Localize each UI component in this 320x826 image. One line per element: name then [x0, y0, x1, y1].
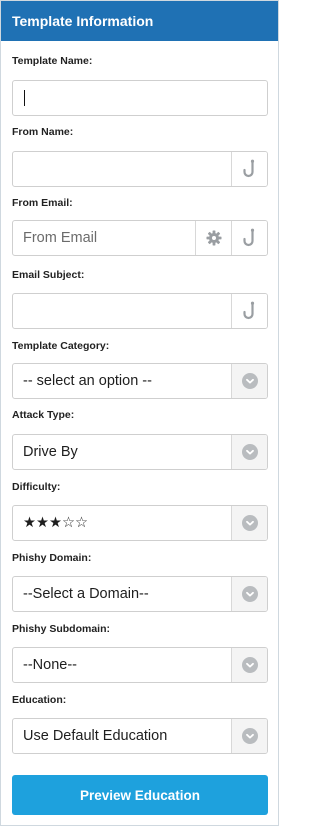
email-subject-hook-button[interactable]: [231, 294, 267, 328]
difficulty-select[interactable]: ★★★☆☆: [12, 505, 268, 541]
chevron-down-icon: [241, 728, 258, 744]
attack-type-select[interactable]: Drive By: [12, 434, 268, 470]
from-name-input[interactable]: [12, 151, 268, 187]
template-category-label: Template Category:: [12, 340, 110, 352]
phishy-subdomain-select[interactable]: --None--: [12, 647, 268, 683]
hook-icon: [242, 228, 254, 247]
email-subject-label: Email Subject:: [12, 269, 85, 281]
difficulty-dropdown-toggle[interactable]: [231, 506, 267, 540]
from-email-input[interactable]: From Email: [12, 220, 268, 256]
template-category-select[interactable]: -- select an option --: [12, 363, 268, 399]
hook-icon: [242, 301, 254, 320]
text-cursor: [24, 90, 25, 106]
chevron-down-icon: [241, 373, 258, 389]
from-email-label: From Email:: [12, 197, 73, 209]
chevron-down-icon: [241, 444, 258, 460]
template-name-label: Template Name:: [12, 55, 93, 67]
phishy-subdomain-selected[interactable]: --None--: [13, 648, 231, 682]
from-email-hook-button[interactable]: [231, 221, 267, 255]
from-name-value[interactable]: [13, 152, 231, 186]
template-name-input[interactable]: [12, 80, 268, 116]
difficulty-rating-stars[interactable]: ★★★☆☆: [13, 506, 231, 540]
phishy-subdomain-label: Phishy Subdomain:: [12, 623, 111, 635]
difficulty-label: Difficulty:: [12, 481, 61, 493]
phishy-domain-label: Phishy Domain:: [12, 552, 92, 564]
education-selected[interactable]: Use Default Education: [13, 719, 231, 753]
education-dropdown-toggle[interactable]: [231, 719, 267, 753]
email-subject-input[interactable]: [12, 293, 268, 329]
from-name-label: From Name:: [12, 126, 74, 138]
from-name-hook-button[interactable]: [231, 152, 267, 186]
chevron-down-icon: [241, 515, 258, 531]
education-label: Education:: [12, 694, 67, 706]
phishy-domain-dropdown-toggle[interactable]: [231, 577, 267, 611]
chevron-down-icon: [241, 657, 258, 673]
template-information-panel: Template Information Template Name: From…: [0, 0, 279, 826]
phishy-domain-selected[interactable]: --Select a Domain--: [13, 577, 231, 611]
chevron-down-icon: [241, 586, 258, 602]
attack-type-selected[interactable]: Drive By: [13, 435, 231, 469]
attack-type-label: Attack Type:: [12, 409, 75, 421]
template-category-selected[interactable]: -- select an option --: [13, 364, 231, 398]
template-name-value[interactable]: [13, 81, 267, 115]
attack-type-dropdown-toggle[interactable]: [231, 435, 267, 469]
email-subject-value[interactable]: [13, 294, 231, 328]
phishy-subdomain-dropdown-toggle[interactable]: [231, 648, 267, 682]
panel-title: Template Information: [1, 1, 278, 41]
hook-icon: [242, 159, 254, 178]
gear-icon: [206, 230, 221, 246]
phishy-domain-select[interactable]: --Select a Domain--: [12, 576, 268, 612]
template-category-dropdown-toggle[interactable]: [231, 364, 267, 398]
from-email-settings-button[interactable]: [195, 221, 231, 255]
from-email-placeholder[interactable]: From Email: [13, 221, 195, 255]
education-select[interactable]: Use Default Education: [12, 718, 268, 754]
preview-education-button[interactable]: Preview Education: [12, 775, 268, 815]
